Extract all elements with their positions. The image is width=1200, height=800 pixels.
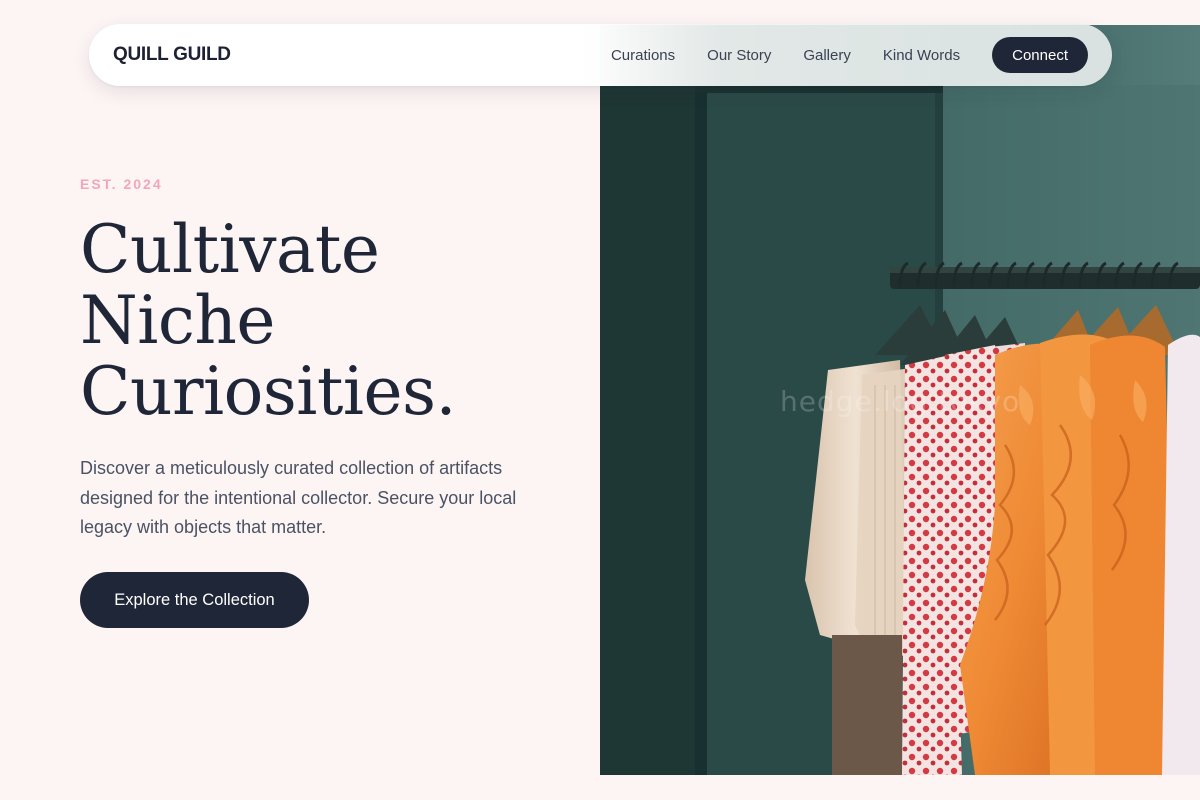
hero-eyebrow: EST. 2024: [80, 176, 163, 192]
nav-link-gallery[interactable]: Gallery: [803, 47, 851, 64]
nav-link-curations[interactable]: Curations: [611, 47, 675, 64]
hero-image: hedge.log.tokyo: [600, 25, 1200, 775]
headline-line-1: Cultivate: [80, 211, 380, 288]
brand-logo[interactable]: QUILL GUILD: [113, 44, 231, 66]
headline-line-2: Niche: [80, 282, 275, 359]
connect-button[interactable]: Connect: [992, 37, 1088, 73]
headline-line-3: Curiosities.: [80, 353, 456, 430]
image-watermark: hedge.log.tokyo: [780, 385, 1021, 418]
hero-headline: Cultivate Niche Curiosities.: [80, 214, 560, 427]
nav-links: Curations Our Story Gallery Kind Words C…: [611, 37, 1088, 73]
nav-link-our-story[interactable]: Our Story: [707, 47, 771, 64]
navbar: QUILL GUILD Curations Our Story Gallery …: [89, 24, 1112, 86]
explore-collection-button[interactable]: Explore the Collection: [80, 572, 309, 628]
hero-description: Discover a meticulously curated collecti…: [80, 458, 517, 537]
nav-link-kind-words[interactable]: Kind Words: [883, 47, 960, 64]
